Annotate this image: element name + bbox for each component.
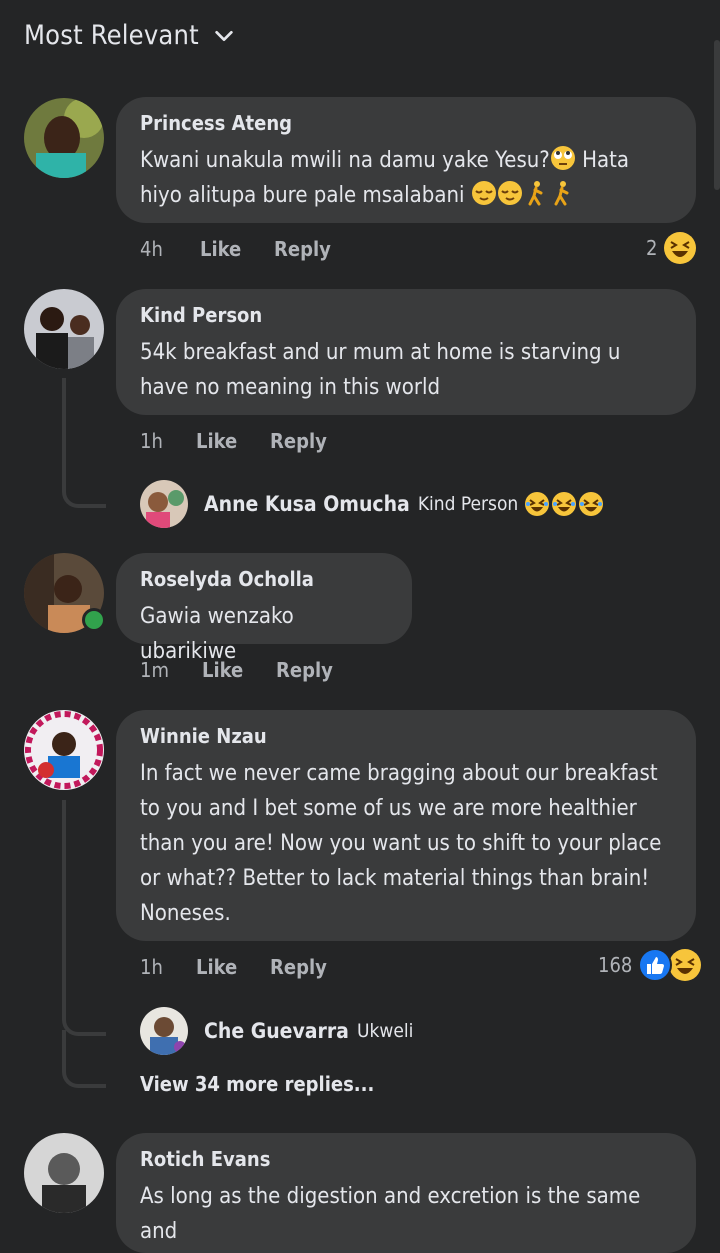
reaction-count: 2 bbox=[646, 236, 658, 260]
thread-line bbox=[62, 378, 66, 488]
reaction-summary[interactable]: 168 bbox=[598, 948, 702, 982]
comment-text: Kwani unakula mwili na damu yake Yesu? H… bbox=[140, 143, 672, 213]
rolling-eyes-emoji-icon bbox=[550, 145, 576, 171]
like-reaction-icon bbox=[638, 948, 673, 982]
reply-preview[interactable]: Che Guevarra Ukweli bbox=[140, 1007, 413, 1055]
reply-text: Ukweli bbox=[356, 1020, 414, 1042]
reply-preview[interactable]: Anne Kusa Omucha Kind Person bbox=[140, 480, 604, 528]
haha-reaction-icon bbox=[663, 231, 697, 265]
reply-button[interactable]: Reply bbox=[276, 658, 333, 682]
rofl-emoji-icon bbox=[578, 491, 604, 517]
thread-line bbox=[62, 800, 66, 1016]
comment-actions: 1m Like Reply bbox=[140, 658, 333, 682]
comment-time[interactable]: 4h bbox=[140, 237, 200, 261]
comment-bubble: Kind Person 54k breakfast and ur mum at … bbox=[116, 289, 696, 415]
comment-actions: 1h Like Reply bbox=[140, 955, 327, 979]
avatar[interactable] bbox=[24, 289, 104, 369]
reply-button[interactable]: Reply bbox=[270, 429, 327, 453]
comment-time[interactable]: 1m bbox=[140, 658, 202, 682]
online-status-indicator bbox=[82, 608, 106, 632]
like-button[interactable]: Like bbox=[202, 658, 276, 682]
person-walking-emoji-icon bbox=[549, 180, 575, 206]
reply-button[interactable]: Reply bbox=[274, 237, 331, 261]
thread-connector bbox=[62, 486, 106, 508]
comment-author[interactable]: Rotich Evans bbox=[140, 1147, 672, 1171]
view-more-replies-link[interactable]: View 34 more replies... bbox=[140, 1072, 374, 1096]
thread-connector bbox=[62, 1030, 106, 1088]
scrollbar-thumb[interactable] bbox=[714, 40, 720, 190]
comment-bubble: Winnie Nzau In fact we never came braggi… bbox=[116, 710, 696, 941]
reply-author[interactable]: Che Guevarra bbox=[204, 1019, 349, 1043]
relieved-face-emoji-icon bbox=[497, 180, 523, 206]
avatar[interactable] bbox=[24, 1133, 104, 1213]
reply-author[interactable]: Anne Kusa Omucha bbox=[204, 492, 410, 516]
comment-time[interactable]: 1h bbox=[140, 429, 196, 453]
like-button[interactable]: Like bbox=[196, 955, 270, 979]
rofl-emoji-icon bbox=[551, 491, 577, 517]
reaction-count: 168 bbox=[598, 953, 633, 977]
chevron-down-icon bbox=[215, 30, 233, 41]
comment-text: In fact we never came bragging about our… bbox=[140, 761, 662, 926]
comment-author[interactable]: Kind Person bbox=[140, 303, 672, 327]
comment-bubble: Rotich Evans As long as the digestion an… bbox=[116, 1133, 696, 1253]
comment-author[interactable]: Princess Ateng bbox=[140, 111, 672, 135]
like-button[interactable]: Like bbox=[200, 237, 274, 261]
reply-button[interactable]: Reply bbox=[270, 955, 327, 979]
avatar[interactable] bbox=[24, 98, 104, 178]
comment-actions: 1h Like Reply bbox=[140, 429, 327, 453]
relieved-face-emoji-icon bbox=[471, 180, 497, 206]
avatar[interactable] bbox=[140, 480, 188, 528]
comment-author[interactable]: Winnie Nzau bbox=[140, 724, 672, 748]
sort-dropdown[interactable]: Most Relevant bbox=[24, 20, 235, 51]
comment-text: 54k breakfast and ur mum at home is star… bbox=[140, 340, 621, 400]
comment-text: As long as the digestion and excretion i… bbox=[140, 1184, 641, 1244]
comment-author[interactable]: Roselyda Ocholla bbox=[140, 567, 388, 591]
scrollbar[interactable] bbox=[712, 0, 720, 1214]
comment-time[interactable]: 1h bbox=[140, 955, 196, 979]
person-walking-emoji-icon bbox=[523, 180, 549, 206]
sort-label: Most Relevant bbox=[24, 20, 199, 51]
haha-reaction-icon bbox=[668, 948, 702, 982]
avatar[interactable] bbox=[24, 710, 104, 790]
like-button[interactable]: Like bbox=[196, 429, 270, 453]
rofl-emoji-icon bbox=[524, 491, 550, 517]
comment-bubble: Princess Ateng Kwani unakula mwili na da… bbox=[116, 97, 696, 223]
reply-text: Kind Person bbox=[417, 493, 519, 515]
comment-actions: 4h Like Reply bbox=[140, 237, 331, 261]
comment-bubble: Roselyda Ocholla Gawia wenzako ubarikiwe bbox=[116, 553, 412, 664]
avatar[interactable] bbox=[140, 1007, 188, 1055]
reaction-summary[interactable]: 2 bbox=[646, 231, 697, 265]
